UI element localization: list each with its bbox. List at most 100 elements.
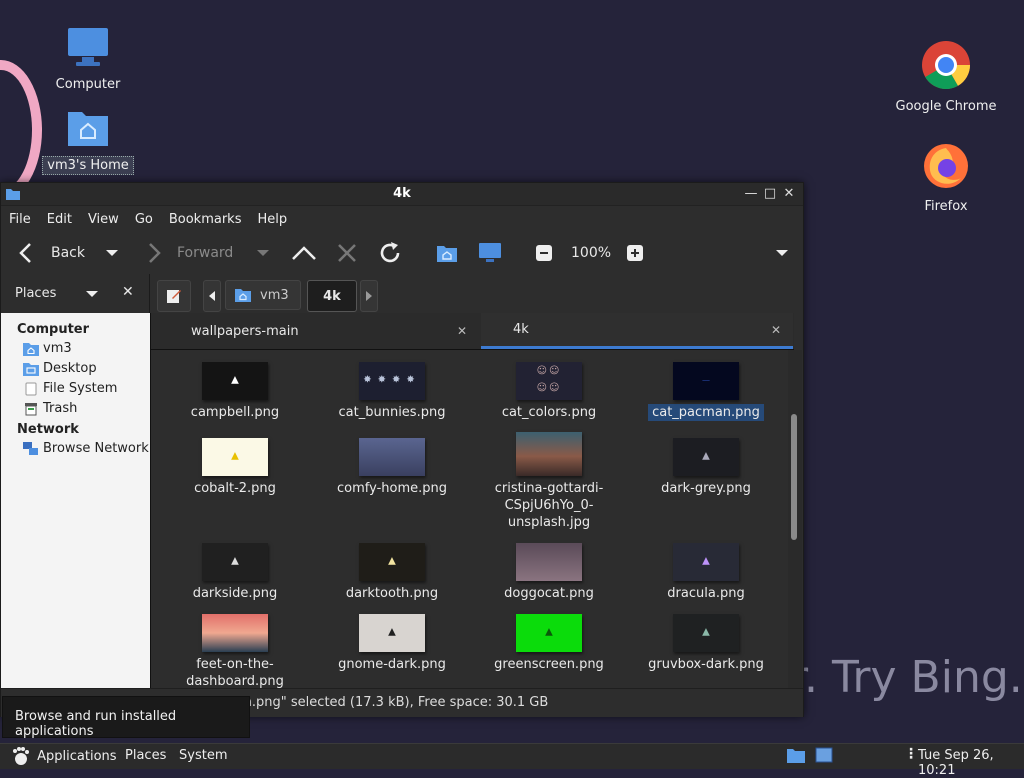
file-item[interactable]: ▲ darktooth.png xyxy=(322,543,462,602)
reload-button[interactable] xyxy=(377,232,403,274)
back-label: Back xyxy=(51,245,85,261)
maximize-button[interactable]: □ xyxy=(762,186,778,202)
arrow-right-icon xyxy=(366,291,372,301)
bottom-panel: Applications Places System ⋮ Tue Sep 26,… xyxy=(0,743,1024,778)
minimize-button[interactable]: — xyxy=(743,186,759,202)
places-dropdown[interactable]: Places xyxy=(15,286,99,301)
taskbar-file-manager[interactable] xyxy=(787,747,805,767)
back-button[interactable]: Back xyxy=(17,232,85,274)
up-button[interactable] xyxy=(291,232,317,274)
thumbnail: ▲ xyxy=(673,543,739,581)
computer-button[interactable] xyxy=(478,232,502,274)
location-bar: Places ✕ vm3 4k xyxy=(1,274,803,316)
file-item[interactable]: feet-on-the-dashboard.png xyxy=(165,614,305,688)
file-item[interactable]: cristina-gottardi-CSpjU6hYo_0-unsplash.j… xyxy=(479,432,619,531)
file-item[interactable]: ▲ campbell.png xyxy=(165,362,305,421)
file-item[interactable]: ▲ dark-grey.png xyxy=(636,438,776,497)
panel-handle[interactable]: ⋮ xyxy=(904,746,918,762)
sidebar-item-browse-network[interactable]: Browse Network xyxy=(1,439,150,459)
vertical-scrollbar[interactable] xyxy=(788,350,802,688)
thumbnail: ▲ xyxy=(673,614,739,652)
forward-history-dropdown[interactable] xyxy=(256,232,270,274)
file-item[interactable]: ▲ greenscreen.png xyxy=(479,614,619,673)
applications-menu-button[interactable]: Applications xyxy=(10,746,117,766)
desktop-icon-firefox[interactable]: Firefox xyxy=(891,140,1001,215)
zoom-level: 100% xyxy=(571,232,611,274)
file-name: cobalt-2.png xyxy=(194,481,276,496)
stop-button[interactable] xyxy=(336,232,358,274)
path-button-4k[interactable]: 4k xyxy=(307,280,357,312)
menu-edit[interactable]: Edit xyxy=(47,212,72,227)
file-item[interactable]: comfy-home.png xyxy=(322,438,462,497)
toolbar-overflow-button[interactable] xyxy=(775,232,789,274)
menu-view[interactable]: View xyxy=(88,212,119,227)
file-grid: ▲ campbell.png ✸✸✸✸ cat_bunnies.png ☺☺☺☺… xyxy=(151,350,787,688)
drive-icon xyxy=(25,382,37,395)
close-sidebar-button[interactable]: ✕ xyxy=(122,284,134,300)
system-menu-button[interactable]: System xyxy=(179,748,227,763)
window-title: 4k xyxy=(393,186,411,201)
sidebar-item-label: Browse Network xyxy=(43,441,149,456)
sidebar-item-vm3[interactable]: vm3 xyxy=(1,339,150,359)
path-button-vm3[interactable]: vm3 xyxy=(225,280,301,310)
path-scroll-right-button[interactable] xyxy=(360,280,378,312)
file-item[interactable]: ▲ dracula.png xyxy=(636,543,776,602)
zoom-out-button[interactable] xyxy=(536,232,552,274)
file-item[interactable]: ▲ gruvbox-dark.png xyxy=(636,614,776,673)
file-item[interactable]: ▲ darkside.png xyxy=(165,543,305,602)
menu-file[interactable]: File xyxy=(9,212,31,227)
menu-help[interactable]: Help xyxy=(257,212,287,227)
menu-go[interactable]: Go xyxy=(135,212,153,227)
desktop-folder-icon xyxy=(23,362,39,376)
stop-icon xyxy=(338,244,356,262)
arrow-up-icon xyxy=(292,246,316,260)
sidebar-item-trash[interactable]: Trash xyxy=(1,399,150,419)
reload-icon xyxy=(380,242,400,263)
zoom-in-button[interactable] xyxy=(627,232,643,274)
menu-bar: File Edit View Go Bookmarks Help xyxy=(1,206,803,232)
file-item[interactable]: ▲ gnome-dark.png xyxy=(322,614,462,673)
file-item[interactable]: ✸✸✸✸ cat_bunnies.png xyxy=(322,362,462,421)
clock[interactable]: Tue Sep 26, 10:21 xyxy=(918,748,1024,778)
toggle-location-entry-button[interactable] xyxy=(157,280,191,312)
desktop-icon-computer[interactable]: Computer xyxy=(33,26,143,93)
window-titlebar[interactable]: 4k — □ ✕ xyxy=(1,183,803,206)
file-item[interactable]: ☺☺☺☺ cat_colors.png xyxy=(479,362,619,421)
desktop-icon-label: Google Chrome xyxy=(895,99,997,114)
cat-faces-icon: ☺☺☺☺ xyxy=(536,365,562,394)
desktop-icon xyxy=(815,747,833,763)
file-item-selected[interactable]: — cat_pacman.png xyxy=(636,362,776,421)
close-tab-icon[interactable]: ✕ xyxy=(457,324,467,338)
sidebar-item-desktop[interactable]: Desktop xyxy=(1,359,150,379)
file-item[interactable]: ▲ cobalt-2.png xyxy=(165,438,305,497)
scrollbar-thumb[interactable] xyxy=(791,414,797,540)
menu-bookmarks[interactable]: Bookmarks xyxy=(169,212,242,227)
desktop-icon-home[interactable]: vm3's Home xyxy=(33,106,143,175)
arch-logo-icon: ▲ xyxy=(231,555,239,567)
home-button[interactable] xyxy=(436,232,458,274)
dropdown-arrow-icon xyxy=(257,250,269,256)
close-tab-icon[interactable]: ✕ xyxy=(771,323,781,337)
thumbnail xyxy=(516,432,582,476)
sidebar-section-network[interactable]: Network xyxy=(1,419,150,439)
path-label: 4k xyxy=(323,288,341,304)
arch-logo-icon: ▲ xyxy=(702,555,710,567)
places-menu-button[interactable]: Places xyxy=(125,748,166,763)
close-icon: ✕ xyxy=(122,284,134,300)
sidebar-item-label: Desktop xyxy=(43,361,97,376)
path-scroll-left-button[interactable] xyxy=(203,280,221,312)
desktop-icon-chrome[interactable]: Google Chrome xyxy=(891,40,1001,115)
sidebar-section-computer[interactable]: Computer xyxy=(1,319,150,339)
show-desktop-button[interactable] xyxy=(815,747,833,767)
file-name: cat_bunnies.png xyxy=(338,405,446,420)
dropdown-arrow-icon xyxy=(106,250,118,256)
back-history-dropdown[interactable] xyxy=(105,232,119,274)
tab-wallpapers-main[interactable]: wallpapers-main ✕ xyxy=(151,313,479,349)
sidebar-item-filesystem[interactable]: File System xyxy=(1,379,150,399)
cat-bunnies-icon: ✸✸✸✸ xyxy=(363,374,421,386)
file-item[interactable]: doggocat.png xyxy=(479,543,619,602)
tab-4k[interactable]: 4k ✕ xyxy=(481,313,793,349)
close-button[interactable]: ✕ xyxy=(781,186,797,202)
file-name: cat_pacman.png xyxy=(648,404,764,421)
forward-button[interactable]: Forward xyxy=(145,232,233,274)
